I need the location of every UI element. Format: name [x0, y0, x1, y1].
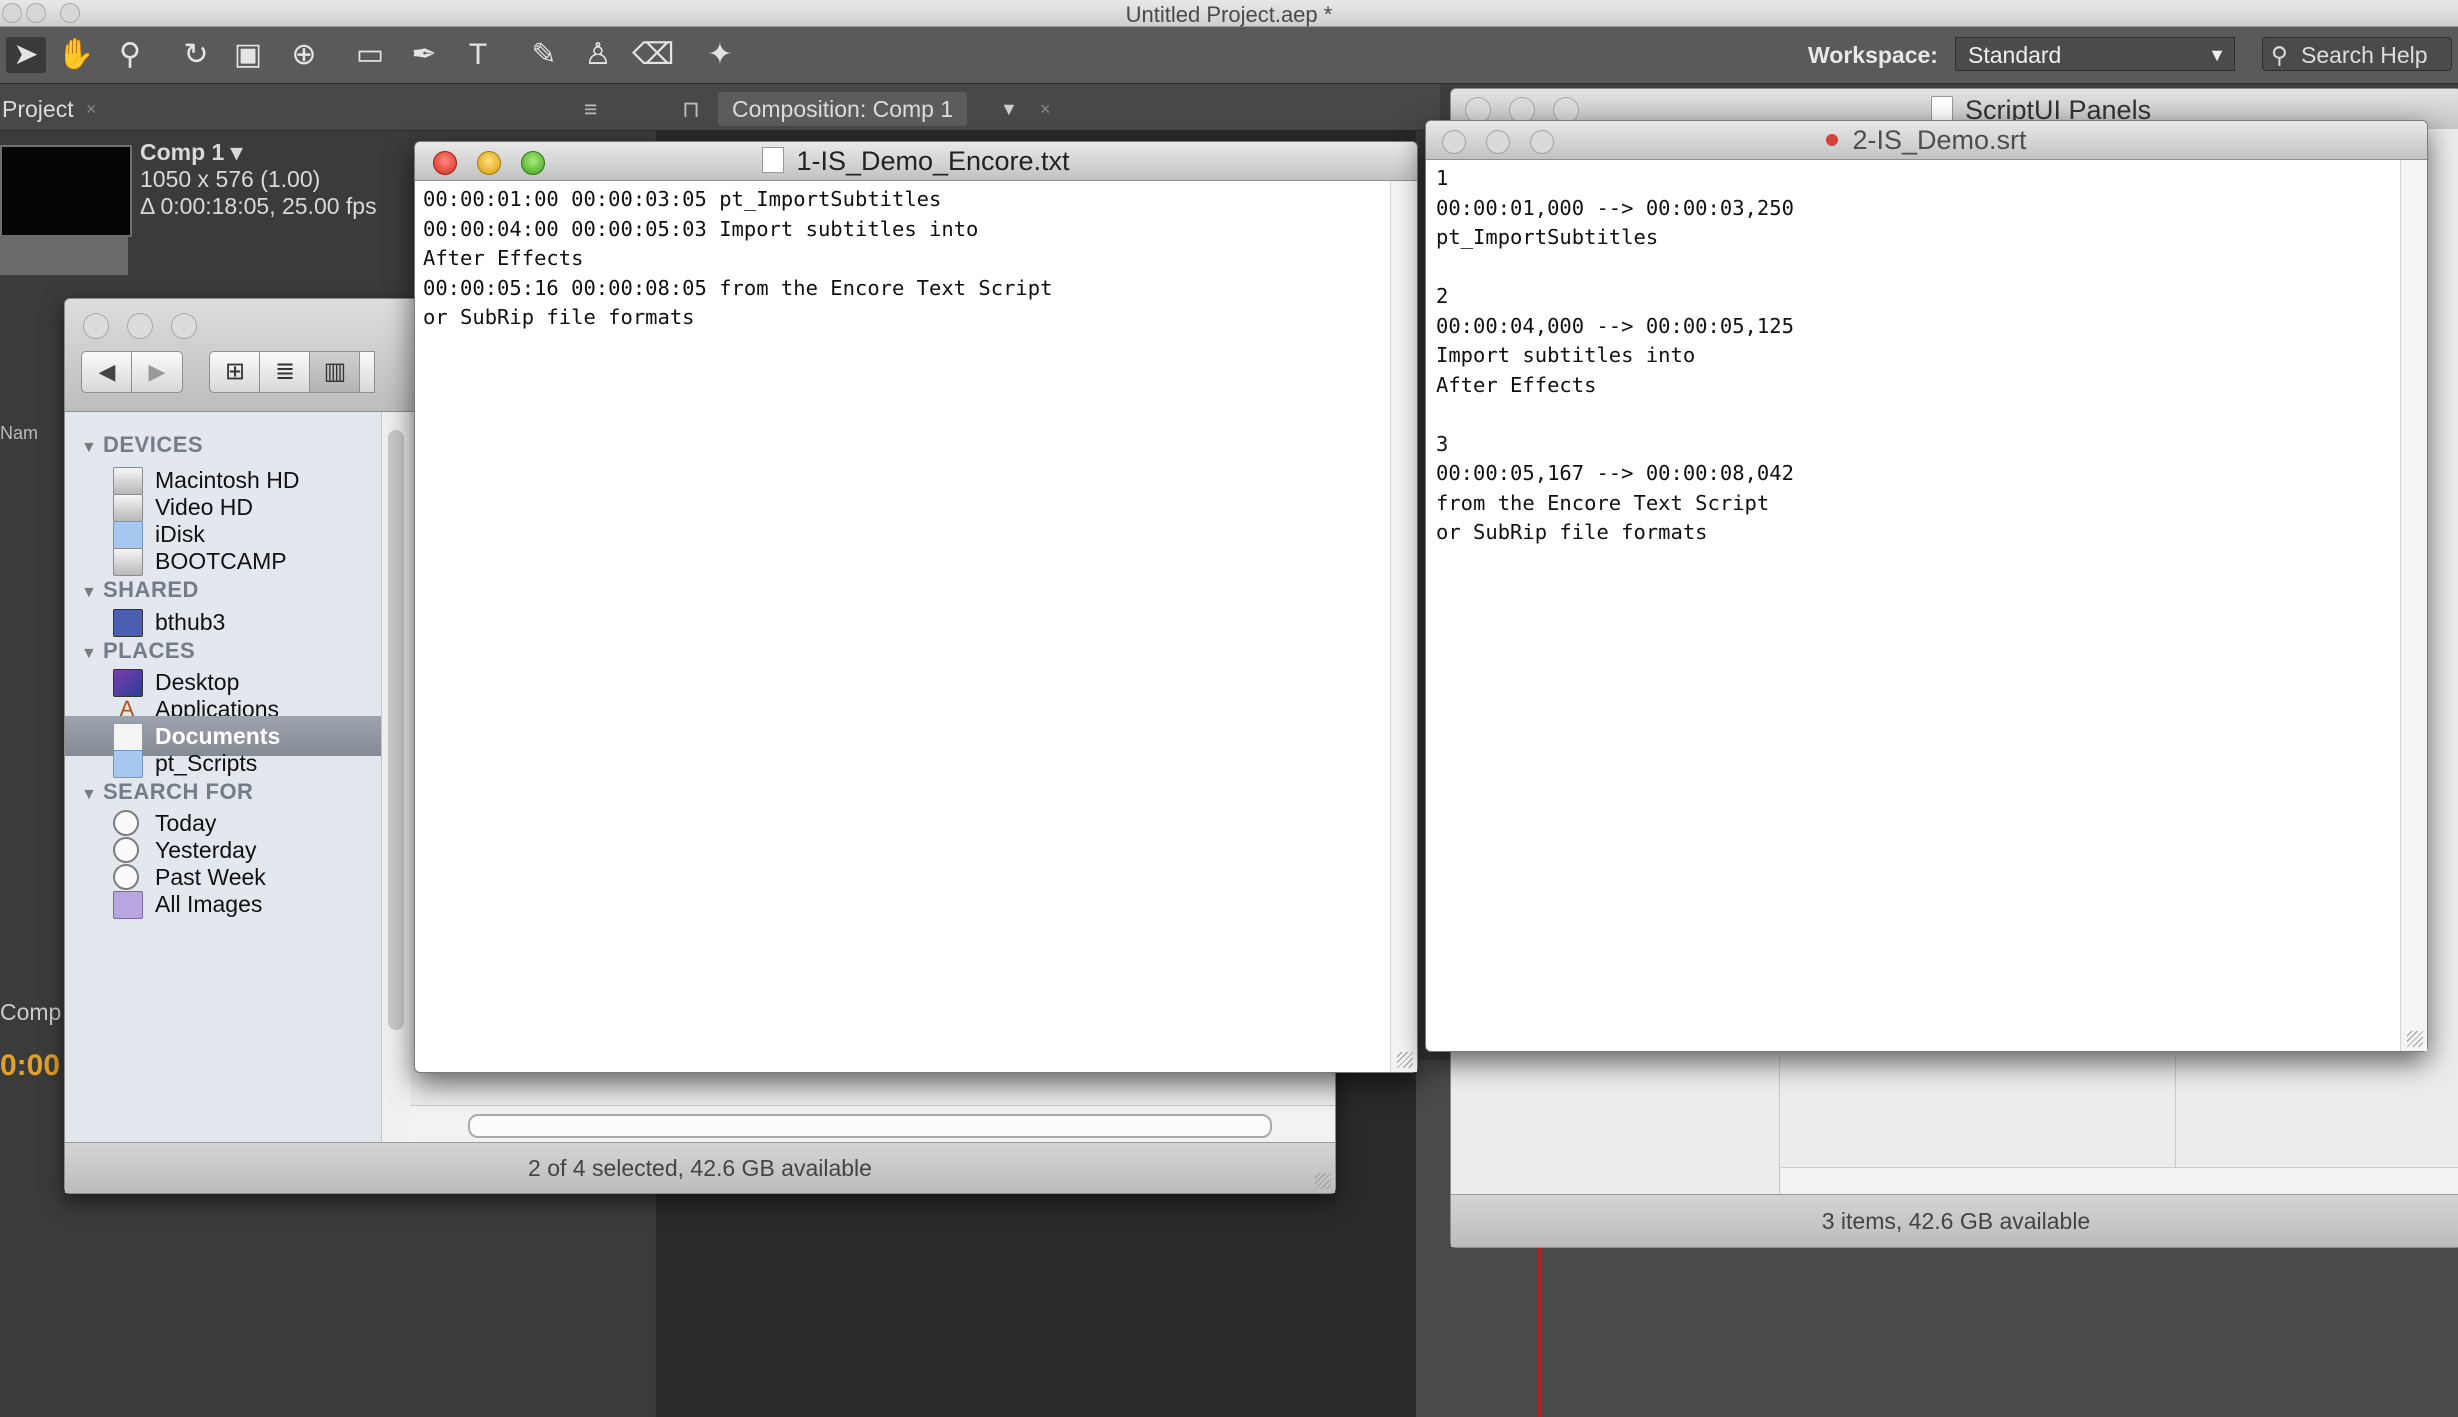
thumbnail-strip [0, 235, 128, 275]
vertical-scrollbar[interactable] [2400, 160, 2427, 1051]
disclosure-triangle-icon[interactable]: ▼ [81, 584, 103, 602]
sidebar-item-bootcamp[interactable]: BOOTCAMP [65, 541, 381, 581]
modified-dot-icon [1826, 134, 1839, 146]
chevron-down-icon: ▼ [2208, 45, 2226, 65]
text-document-icon [762, 147, 785, 173]
tools-toolbar: ➤ ✋ ⚲ ↻ ▣ ⊕ ▭ ✒ T ✎ ♙ ⌫ ✦ Workspace: Sta… [0, 27, 2458, 84]
disclosure-triangle-icon[interactable]: ▼ [81, 645, 103, 663]
doc2-text[interactable]: 1 00:00:01,000 --> 00:00:03,250 pt_Impor… [1436, 164, 1794, 548]
comp-duration: Δ 0:00:18:05, 25.00 fps [140, 193, 377, 219]
scrollbar-thumb[interactable] [388, 430, 404, 1030]
panel-tab-row: Project × ≡ ⊓ Composition: Comp 1 ▼ × [0, 84, 1440, 131]
coverflow-view-button[interactable] [359, 351, 375, 393]
search-help-placeholder: Search Help [2301, 42, 2428, 68]
vertical-scrollbar[interactable] [1390, 181, 1417, 1072]
search-for-header[interactable]: ▼ SEARCH FOR [81, 779, 253, 805]
places-header[interactable]: ▼ PLACES [81, 638, 195, 664]
scrollbar-thumb[interactable] [468, 1114, 1272, 1138]
column-name-header[interactable]: Nam [0, 423, 38, 444]
resize-grip-icon[interactable] [2407, 1031, 2423, 1047]
close-icon[interactable]: × [86, 92, 97, 126]
rectangle-tool-icon[interactable]: ▭ [350, 37, 390, 73]
eraser-tool-icon[interactable]: ⌫ [632, 37, 674, 73]
workspace-value: Standard [1968, 42, 2062, 68]
column-divider [1779, 1057, 1780, 1197]
doc2-title: 2-IS_Demo.srt [1426, 125, 2427, 156]
type-tool-icon[interactable]: T [458, 37, 498, 73]
timeline-comp-label[interactable]: Comp [0, 999, 61, 1026]
doc1-title-bar: 1-IS_Demo_Encore.txt [415, 142, 1417, 181]
disclosure-triangle-icon[interactable]: ▼ [81, 439, 103, 457]
pen-tool-icon[interactable]: ✒ [404, 37, 444, 73]
finder2-status-bar: 3 items, 42.6 GB available [1451, 1194, 2458, 1247]
clone-stamp-tool-icon[interactable]: ♙ [578, 37, 618, 73]
textedit-window-encore: 1-IS_Demo_Encore.txt 00:00:01:00 00:00:0… [414, 141, 1418, 1073]
doc1-text-area[interactable]: 00:00:01:00 00:00:03:05 pt_ImportSubtitl… [415, 181, 1417, 1072]
grid-icon: ⊞ [224, 358, 246, 385]
comp-thumbnail [0, 145, 132, 237]
comp-info: Comp 1 ▾ 1050 x 576 (1.00) Δ 0:00:18:05,… [140, 139, 377, 220]
back-button[interactable]: ◀ [81, 351, 133, 393]
chevron-down-icon[interactable]: ▼ [1000, 92, 1018, 126]
hand-tool-icon[interactable]: ✋ [56, 37, 96, 73]
devices-header[interactable]: ▼ DEVICES [81, 432, 203, 458]
rotation-tool-icon[interactable]: ↻ [176, 37, 216, 73]
tab-project[interactable]: Project [2, 92, 74, 126]
tab-composition[interactable]: Composition: Comp 1 [718, 92, 968, 126]
disclosure-triangle-icon[interactable]: ▼ [81, 786, 103, 804]
finder-status-bar: 2 of 4 selected, 42.6 GB available [65, 1142, 1335, 1193]
pan-behind-tool-icon[interactable]: ⊕ [284, 37, 324, 73]
shared-header[interactable]: ▼ SHARED [81, 577, 199, 603]
finder-sidebar: ▼ DEVICES Macintosh HD Video HD iDisk BOO… [65, 412, 381, 1142]
sidebar-scrollbar[interactable] [381, 412, 410, 1142]
hard-drive-icon [113, 548, 143, 576]
zoom-button[interactable] [171, 313, 197, 339]
icon-view-button[interactable]: ⊞ [209, 351, 261, 393]
app-title: Untitled Project.aep * [1125, 2, 1333, 27]
search-help-input[interactable]: ⚲ Search Help [2262, 37, 2452, 71]
camera-tool-icon[interactable]: ▣ [228, 37, 268, 73]
search-icon: ⚲ [2271, 42, 2288, 68]
doc1-text[interactable]: 00:00:01:00 00:00:03:05 pt_ImportSubtitl… [423, 185, 1052, 333]
column-view-button[interactable]: ▥ [309, 351, 361, 393]
close-button[interactable] [83, 313, 109, 339]
app-title-bar: Untitled Project.aep * [0, 0, 2458, 27]
workspace-select[interactable]: Standard ▼ [1955, 37, 2235, 71]
panel-menu-icon[interactable]: ≡ [584, 92, 597, 126]
columns-icon: ▥ [323, 358, 347, 385]
puppet-pin-tool-icon[interactable]: ✦ [700, 37, 740, 73]
comp-size: 1050 x 576 (1.00) [140, 166, 321, 192]
resize-grip-icon[interactable] [1315, 1173, 1331, 1189]
computer-icon [113, 609, 143, 637]
brush-tool-icon[interactable]: ✎ [524, 37, 564, 73]
forward-button[interactable]: ▶ [131, 351, 183, 393]
forward-arrow-icon: ▶ [148, 359, 166, 384]
selection-tool-icon[interactable]: ➤ [6, 37, 46, 73]
textedit-window-srt: 2-IS_Demo.srt 1 00:00:01,000 --> 00:00:0… [1425, 120, 2428, 1052]
doc2-text-area[interactable]: 1 00:00:01,000 --> 00:00:03,250 pt_Impor… [1426, 160, 2427, 1051]
current-time-indicator[interactable] [1538, 1248, 1541, 1417]
zoom-tool-icon[interactable]: ⚲ [110, 37, 150, 73]
timecode-readout[interactable]: 0:00 [0, 1049, 60, 1083]
minimize-button[interactable] [127, 313, 153, 339]
sidebar-item-pt-scripts[interactable]: pt_Scripts [65, 743, 381, 783]
doc1-title: 1-IS_Demo_Encore.txt [415, 146, 1417, 177]
folder-icon [1931, 96, 1953, 122]
close-icon[interactable]: × [1040, 92, 1051, 126]
resize-grip-icon[interactable] [1397, 1052, 1413, 1068]
horizontal-scrollbar[interactable] [410, 1105, 1335, 1142]
list-view-button[interactable]: ≣ [259, 351, 311, 393]
smart-folder-icon [113, 891, 143, 919]
comp-name[interactable]: Comp 1 ▾ [140, 139, 377, 166]
workspace-label: Workspace: [1808, 42, 1938, 68]
back-arrow-icon: ◀ [98, 359, 116, 384]
sidebar-item-all-images[interactable]: All Images [65, 884, 381, 924]
folder-icon [113, 750, 143, 778]
lock-icon[interactable]: ⊓ [682, 92, 700, 126]
sidebar-item-bthub3[interactable]: bthub3 [65, 602, 381, 642]
list-icon: ≣ [274, 358, 296, 385]
doc2-title-bar: 2-IS_Demo.srt [1426, 121, 2427, 160]
